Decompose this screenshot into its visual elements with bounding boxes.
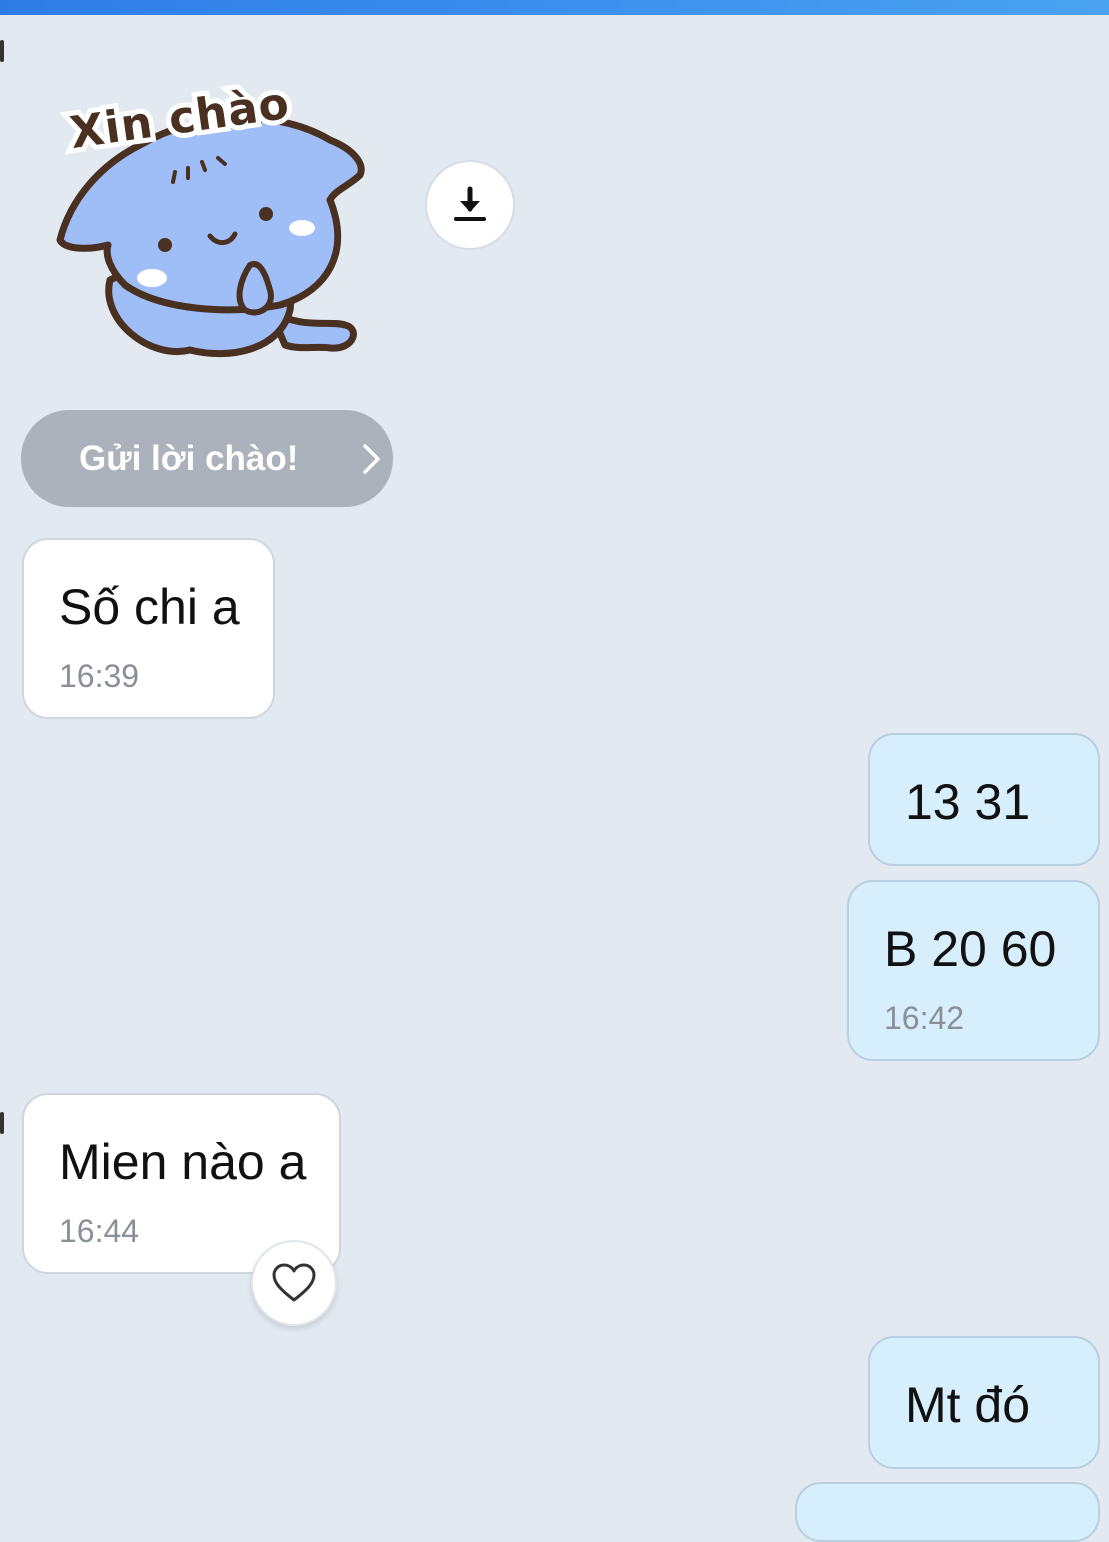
message-text: Mien nào a — [59, 1134, 307, 1190]
chevron-right-icon — [363, 444, 380, 474]
message-bubble-outgoing[interactable]: Mt đó — [868, 1336, 1100, 1469]
message-bubble-outgoing[interactable] — [795, 1482, 1100, 1542]
message-time: 16:39 — [59, 658, 140, 694]
heart-icon — [272, 1263, 316, 1302]
send-greeting-label: Gửi lời chào! — [79, 438, 299, 478]
message-time: 16:44 — [59, 1213, 140, 1249]
sender-avatar-edge — [0, 40, 4, 62]
sender-avatar-edge — [0, 1112, 4, 1134]
message-time: 16:42 — [884, 1000, 965, 1036]
message-bubble-outgoing[interactable]: 13 31 — [868, 733, 1100, 866]
download-icon — [454, 186, 486, 221]
react-heart-button[interactable] — [251, 1240, 337, 1326]
download-sticker-button[interactable] — [425, 160, 515, 250]
greeting-sticker[interactable]: Xin chào — [30, 50, 390, 370]
message-text: B 20 60 — [884, 921, 1057, 977]
message-bubble-incoming[interactable]: Số chi a 16:39 — [22, 538, 275, 719]
message-bubble-outgoing[interactable]: B 20 60 16:42 — [847, 880, 1100, 1061]
top-status-bar — [0, 0, 1109, 15]
message-text: Mt đó — [905, 1377, 1031, 1433]
message-text: Số chi a — [59, 579, 240, 635]
message-text: 13 31 — [905, 774, 1031, 830]
send-greeting-button[interactable]: Gửi lời chào! — [21, 410, 393, 507]
